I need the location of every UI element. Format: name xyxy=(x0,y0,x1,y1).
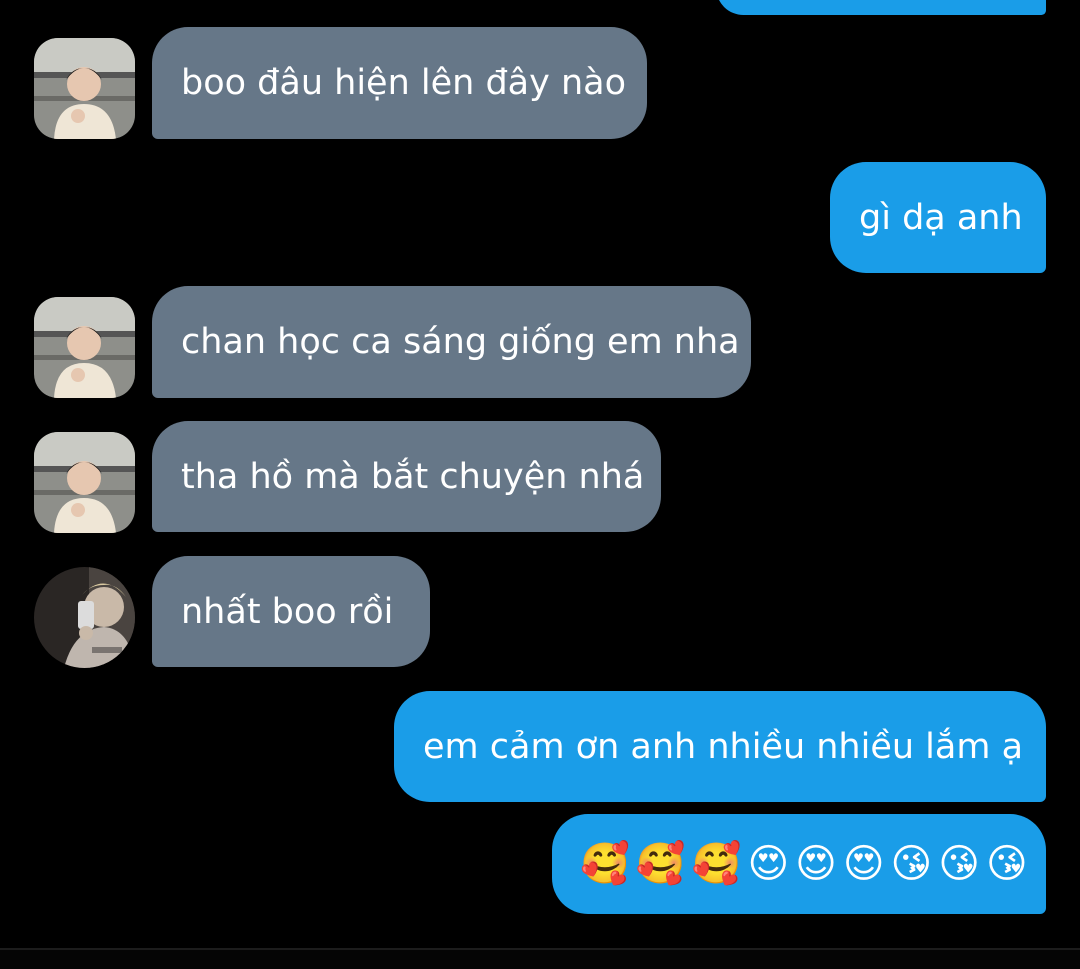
avatar-photo-icon xyxy=(34,297,135,398)
heart-eyes-face-icon: 😍 xyxy=(747,841,790,887)
heart-eyes-face-icon: 😍 xyxy=(842,841,885,887)
avatar-photo-icon xyxy=(34,432,135,533)
bottom-bar xyxy=(0,950,1080,969)
message-bubble-incoming[interactable]: tha hồ mà bắt chuyện nhá xyxy=(152,421,661,532)
message-text: chan học ca sáng giống em nha xyxy=(181,322,740,362)
avatar[interactable] xyxy=(34,297,135,398)
message-bubble-outgoing[interactable]: em cảm ơn anh nhiều nhiều lắm ạ xyxy=(394,691,1046,802)
message-bubble-outgoing[interactable]: gì dạ anh xyxy=(830,162,1046,273)
chat-thread: boo đâu hiện lên đây nào gì dạ anh chan … xyxy=(0,0,1080,969)
emoji-row: 🥰 🥰 🥰 😍 😍 😍 😘 😘 😘 xyxy=(580,814,1028,914)
avatar[interactable] xyxy=(34,38,135,139)
smiling-face-with-hearts-icon: 🥰 xyxy=(635,841,686,887)
message-text: gì dạ anh xyxy=(859,198,1023,238)
message-bubble-outgoing-emoji[interactable]: 🥰 🥰 🥰 😍 😍 😍 😘 😘 😘 xyxy=(552,814,1046,914)
message-bubble-incoming[interactable]: boo đâu hiện lên đây nào xyxy=(152,27,647,139)
avatar-photo-icon xyxy=(34,567,135,668)
heart-eyes-face-icon: 😍 xyxy=(795,841,837,887)
message-text: boo đâu hiện lên đây nào xyxy=(181,63,627,103)
message-text: em cảm ơn anh nhiều nhiều lắm ạ xyxy=(423,727,1024,767)
message-text: nhất boo rồi xyxy=(181,592,394,632)
avatar[interactable] xyxy=(34,432,135,533)
smiling-face-with-hearts-icon: 🥰 xyxy=(691,841,742,887)
face-blowing-kiss-icon: 😘 xyxy=(890,841,933,887)
avatar[interactable] xyxy=(34,567,135,668)
message-bubble-incoming[interactable]: nhất boo rồi xyxy=(152,556,430,667)
message-bubble-incoming[interactable]: chan học ca sáng giống em nha xyxy=(152,286,751,398)
message-bubble-outgoing-partial[interactable] xyxy=(716,0,1046,15)
message-text: tha hồ mà bắt chuyện nhá xyxy=(181,457,645,497)
face-blowing-kiss-icon: 😘 xyxy=(938,841,980,887)
smiling-face-with-hearts-icon: 🥰 xyxy=(580,841,630,887)
avatar-photo-icon xyxy=(34,38,135,139)
face-blowing-kiss-icon: 😘 xyxy=(985,841,1028,887)
